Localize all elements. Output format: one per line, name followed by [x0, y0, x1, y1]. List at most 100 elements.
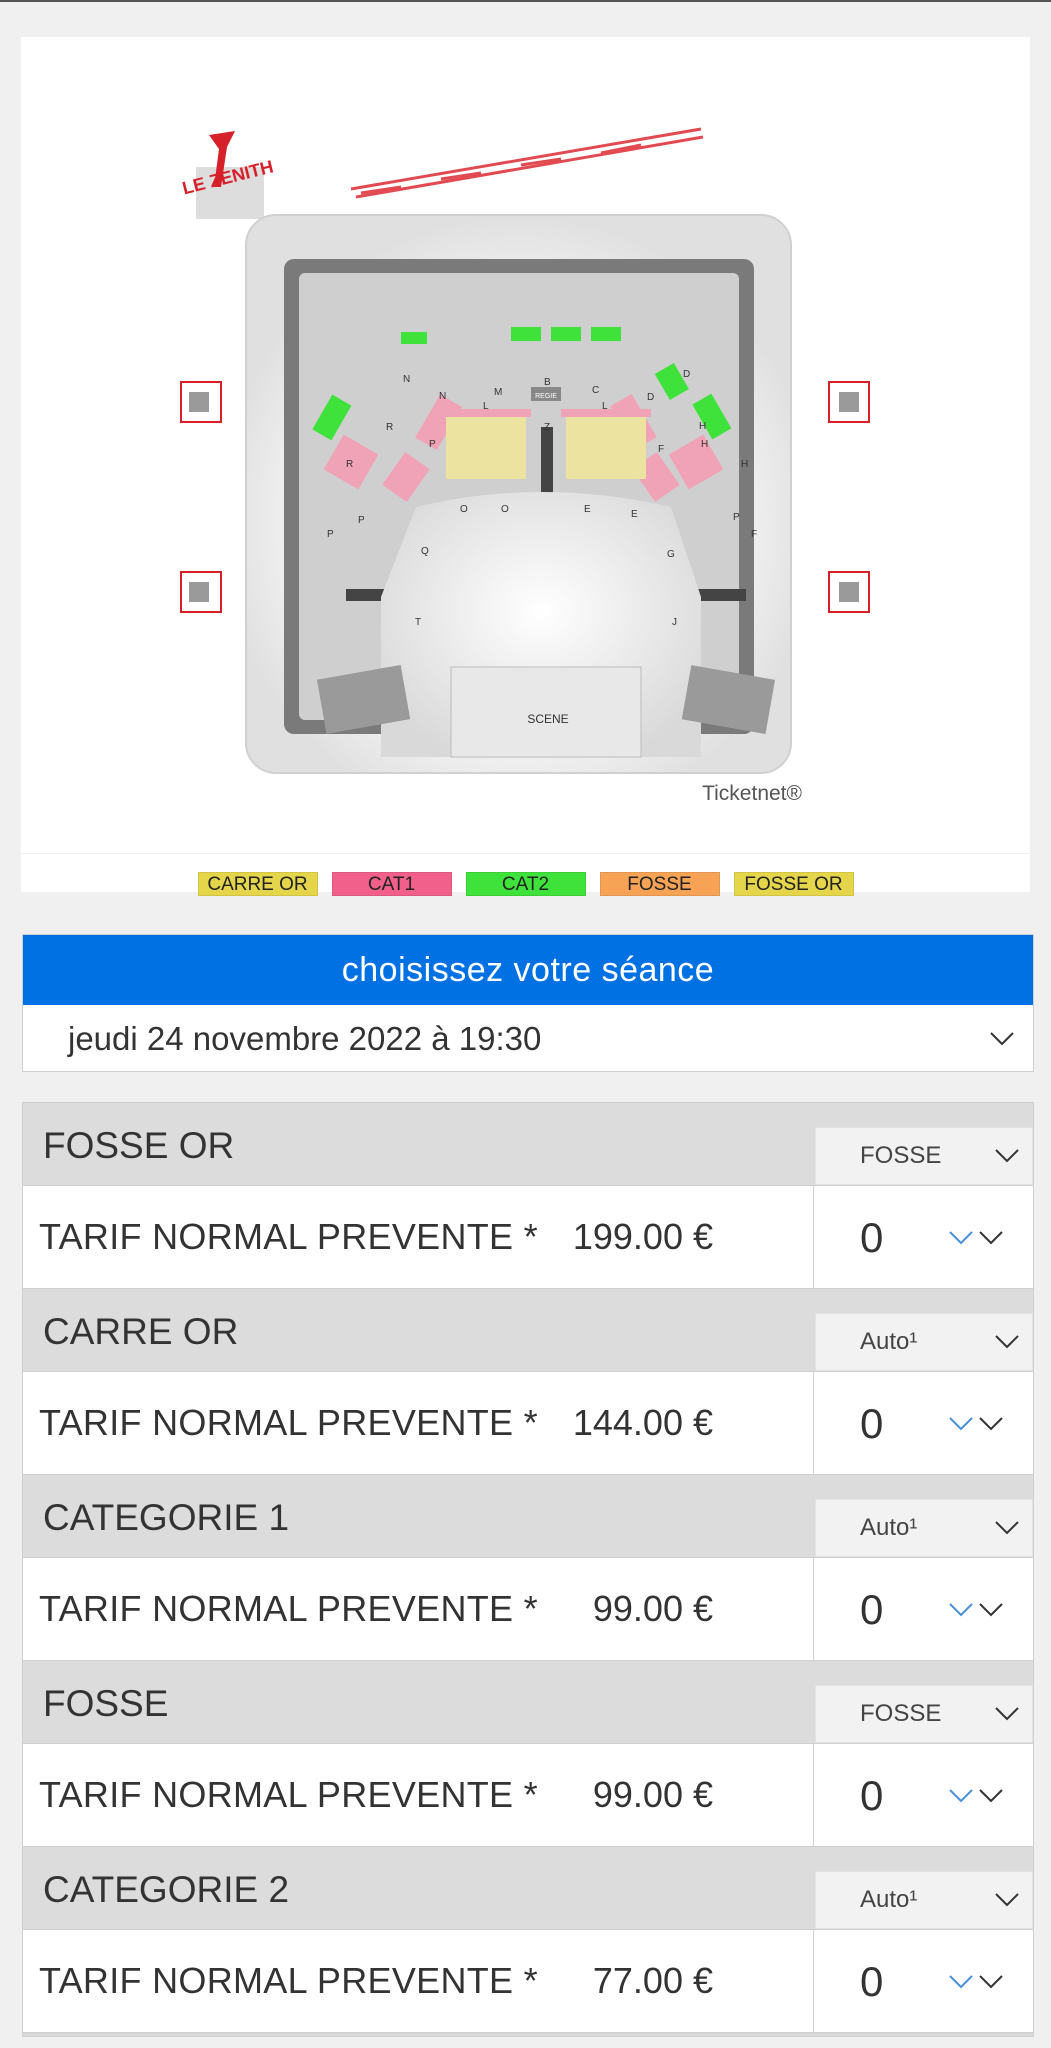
chevron-down-icon [949, 1974, 973, 1988]
zone-select-value: Auto¹ [860, 1886, 918, 1913]
tarif-label: TARIF NORMAL PREVENTE * [39, 1774, 538, 1815]
zone-select[interactable]: FOSSE [815, 1685, 1033, 1743]
category-header: FOSSE FOSSE [23, 1661, 1033, 1743]
session-selector: choisissez votre séance jeudi 24 novembr… [22, 934, 1034, 1072]
legend-chip-cat1: CAT1 [331, 872, 452, 896]
chevron-down-icon [949, 1788, 973, 1802]
row-letter: H [701, 439, 708, 450]
category-block-categorie-1: CATEGORIE 1 Auto¹ TARIF NORMAL PREVENTE … [23, 1475, 1033, 1661]
row-letter: G [667, 549, 675, 560]
category-header: FOSSE OR FOSSE [23, 1103, 1033, 1185]
tarif-label: TARIF NORMAL PREVENTE * [39, 1402, 538, 1443]
tarif-label: TARIF NORMAL PREVENTE * [39, 1960, 538, 2001]
tarif-label: TARIF NORMAL PREVENTE * [39, 1588, 538, 1629]
chevron-down-icon [995, 1893, 1019, 1907]
chevron-down-icon [949, 1416, 973, 1430]
row-letter: T [415, 617, 421, 628]
row-letter: F [751, 529, 757, 540]
row-letter: B [544, 377, 551, 388]
price-table: FOSSE OR FOSSE TARIF NORMAL PREVENTE * 1… [22, 1102, 1034, 2037]
row-letter: F [658, 444, 664, 455]
row-letter: O [501, 504, 509, 515]
session-selected-value: jeudi 24 novembre 2022 à 19:30 [68, 1019, 542, 1057]
tarif-row: TARIF NORMAL PREVENTE * 99.00 € 0 [23, 1557, 1033, 1661]
tarif-price: 77.00 € [592, 1960, 713, 2001]
tarif-price: 99.00 € [592, 1774, 713, 1815]
row-letter: P [429, 439, 436, 450]
zenith-logo: LE ZENITH [180, 131, 275, 219]
row-letter: P [327, 529, 334, 540]
session-dropdown[interactable]: jeudi 24 novembre 2022 à 19:30 [23, 1005, 1033, 1072]
stage-label: SCENE [527, 712, 568, 726]
tarif-price: 99.00 € [592, 1588, 713, 1629]
zone-select[interactable]: Auto¹ [815, 1313, 1033, 1371]
row-letter: L [602, 401, 608, 412]
chevron-down-icon [949, 1230, 973, 1244]
category-name: FOSSE OR [43, 1125, 235, 1166]
category-name: FOSSE [43, 1683, 169, 1724]
category-block-fosse-or: FOSSE OR FOSSE TARIF NORMAL PREVENTE * 1… [23, 1103, 1033, 1289]
quantity-select[interactable]: 0 [813, 1744, 1033, 1847]
chevron-down-icon [979, 1974, 1003, 1988]
zone-select-value: Auto¹ [860, 1328, 918, 1355]
category-header: CARRE OR Auto¹ [23, 1289, 1033, 1371]
session-header: choisissez votre séance [23, 935, 1033, 1005]
row-letter: E [631, 509, 638, 520]
zone-select[interactable]: Auto¹ [815, 1871, 1033, 1929]
category-header: CATEGORIE 2 Auto¹ [23, 1847, 1033, 1929]
row-letter: D [683, 369, 690, 380]
row-letter: E [584, 504, 591, 515]
tarif-price: 144.00 € [572, 1402, 713, 1443]
quantity-select[interactable]: 0 [813, 1372, 1033, 1475]
category-name: CARRE OR [43, 1311, 239, 1352]
chevron-down-icon [995, 1521, 1019, 1535]
tarif-label: TARIF NORMAL PREVENTE * [39, 1216, 538, 1257]
legend-chip-carre-or: CARRE OR [197, 872, 318, 896]
quantity-select[interactable]: 0 [813, 1930, 1033, 2033]
row-letter: R [386, 422, 393, 433]
row-letter: M [494, 387, 502, 398]
row-letter: D [647, 392, 654, 403]
row-letter: H [699, 421, 706, 432]
category-block-categorie-2: CATEGORIE 2 Auto¹ TARIF NORMAL PREVENTE … [23, 1847, 1033, 2033]
row-letter: Q [421, 546, 429, 557]
row-letter: N [439, 391, 446, 402]
category-block-carre-or: CARRE OR Auto¹ TARIF NORMAL PREVENTE * 1… [23, 1289, 1033, 1475]
tarif-row: TARIF NORMAL PREVENTE * 99.00 € 0 [23, 1743, 1033, 1847]
row-letter: H [741, 459, 748, 470]
legend-chip-cat2: CAT2 [465, 872, 586, 896]
tarif-price: 199.00 € [572, 1216, 713, 1257]
chevron-down-icon [990, 1031, 1014, 1045]
zone-select-value: FOSSE [860, 1700, 942, 1727]
zone-select-value: FOSSE [860, 1142, 942, 1169]
legend-chip-fosse: FOSSE [599, 872, 720, 896]
row-letter: P [358, 515, 365, 526]
zone-select[interactable]: Auto¹ [815, 1499, 1033, 1557]
row-letter: P [733, 512, 740, 523]
quantity-select[interactable]: 0 [813, 1186, 1033, 1289]
chevron-down-icon [979, 1602, 1003, 1616]
row-letter: R [346, 459, 353, 470]
chevron-down-icon [995, 1707, 1019, 1721]
category-block-fosse: FOSSE FOSSE TARIF NORMAL PREVENTE * 99.0… [23, 1661, 1033, 1847]
tarif-row: TARIF NORMAL PREVENTE * 144.00 € 0 [23, 1371, 1033, 1475]
tarif-row: TARIF NORMAL PREVENTE * 199.00 € 0 [23, 1185, 1033, 1289]
category-name: CATEGORIE 2 [43, 1869, 290, 1910]
chevron-down-icon [995, 1149, 1019, 1163]
regie-label: REGIE [535, 393, 557, 400]
seat-map-panel: LE ZENITH SCENE REGIE N N M L B C D D R … [21, 37, 1030, 896]
seat-legend: CARRE OR CAT1 CAT2 FOSSE FOSSE OR [21, 853, 1030, 896]
row-letter: N [403, 374, 410, 385]
chevron-down-icon [979, 1230, 1003, 1244]
chevron-down-icon [995, 1335, 1019, 1349]
chevron-down-icon [949, 1602, 973, 1616]
zone-select[interactable]: FOSSE [815, 1127, 1033, 1185]
tarif-row: TARIF NORMAL PREVENTE * 77.00 € 0 [23, 1929, 1033, 2033]
row-letter: J [672, 617, 677, 628]
quantity-value: 0 [860, 1213, 884, 1261]
row-letter: L [483, 401, 489, 412]
legend-chip-fosse-or: FOSSE OR [733, 872, 854, 896]
row-letter: C [592, 385, 599, 396]
seat-map[interactable]: LE ZENITH SCENE REGIE N N M L B C D D R … [21, 37, 1030, 837]
quantity-select[interactable]: 0 [813, 1558, 1033, 1661]
